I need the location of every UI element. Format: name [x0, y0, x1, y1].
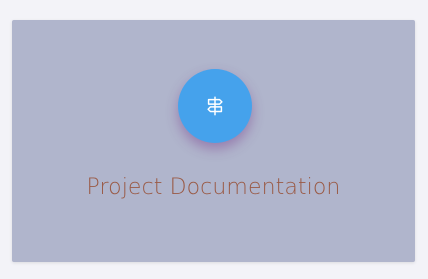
page-background: Project Documentation	[0, 0, 428, 279]
signpost-icon	[207, 96, 223, 116]
card-title: Project Documentation	[86, 175, 341, 200]
project-documentation-card[interactable]: Project Documentation	[12, 20, 415, 262]
card-icon-badge	[178, 69, 252, 143]
